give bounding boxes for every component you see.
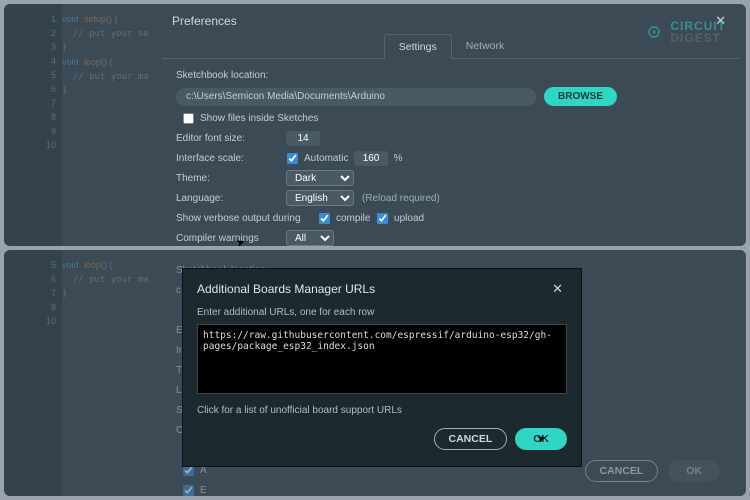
- show-files-checkbox[interactable]: [183, 112, 194, 123]
- line-gutter: 1 2 3 4 5 6 7 8 9 10: [4, 4, 62, 246]
- pref-ok-button[interactable]: OK: [668, 460, 720, 482]
- line-gutter: 5 6 7 8 10: [4, 250, 62, 496]
- warnings-label: Compiler warnings: [176, 233, 286, 244]
- font-size-input[interactable]: [286, 131, 320, 146]
- upload-label: upload: [394, 213, 424, 224]
- urls-textarea[interactable]: [197, 324, 567, 394]
- unofficial-list-link[interactable]: Click for a list of unofficial board sup…: [197, 405, 567, 416]
- pref-cancel-button[interactable]: CANCEL: [585, 460, 659, 482]
- preferences-dialog: CIRCUITDIGEST Preferences ✕ Settings Net…: [162, 8, 740, 242]
- code-editor: void setup() { // put your se } void loo…: [62, 4, 162, 246]
- scale-input[interactable]: [354, 151, 388, 166]
- dialog-title: Preferences: [172, 14, 711, 28]
- modal-title: Additional Boards Manager URLs: [197, 282, 548, 296]
- warnings-select[interactable]: All: [286, 230, 334, 246]
- sketchbook-path-input[interactable]: [176, 88, 536, 106]
- brand-logo: CIRCUITDIGEST: [644, 20, 726, 44]
- tab-settings[interactable]: Settings: [384, 34, 452, 59]
- sketchbook-label: Sketchbook location:: [176, 70, 268, 81]
- tab-network[interactable]: Network: [452, 34, 519, 58]
- upload-checkbox[interactable]: [377, 212, 388, 223]
- interface-scale-label: Interface scale:: [176, 153, 286, 164]
- reload-note: (Reload required): [362, 193, 440, 204]
- automatic-label: Automatic: [304, 153, 348, 164]
- compile-label: compile: [336, 213, 370, 224]
- browse-button[interactable]: BROWSE: [544, 87, 617, 106]
- compile-checkbox[interactable]: [319, 212, 330, 223]
- percent-label: %: [394, 153, 403, 164]
- close-icon[interactable]: ✕: [548, 281, 567, 297]
- language-label: Language:: [176, 193, 286, 204]
- automatic-checkbox[interactable]: [287, 152, 298, 163]
- verbose-label: Show verbose output during: [176, 213, 318, 224]
- theme-select[interactable]: Dark: [286, 170, 354, 186]
- additional-urls-modal: Additional Boards Manager URLs ✕ Enter a…: [182, 268, 582, 467]
- quicksug-checkbox: [183, 484, 194, 495]
- font-size-label: Editor font size:: [176, 133, 286, 144]
- modal-subtitle: Enter additional URLs, one for each row: [197, 307, 567, 318]
- language-select[interactable]: English: [286, 190, 354, 206]
- show-files-label: Show files inside Sketches: [200, 113, 318, 124]
- theme-label: Theme:: [176, 173, 286, 184]
- code-editor: void loop() { // put your ma }: [62, 250, 162, 496]
- cancel-button[interactable]: CANCEL: [434, 428, 508, 450]
